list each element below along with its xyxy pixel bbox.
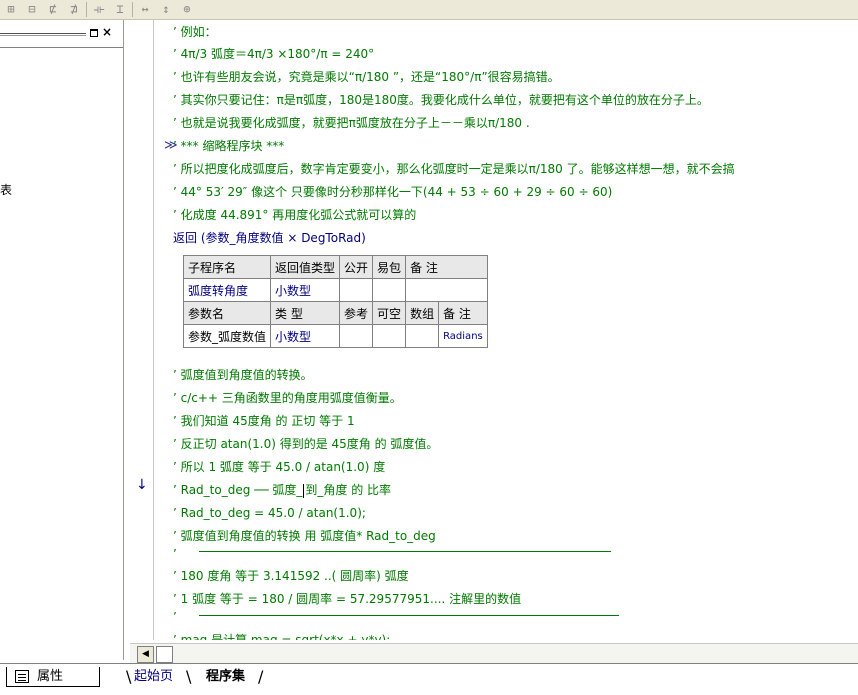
properties-tab-label: 属性 — [37, 669, 64, 684]
properties-icon — [15, 670, 29, 683]
col-array: 数组 — [405, 301, 440, 325]
space-horizontal-icon[interactable]: ⟛ — [90, 1, 108, 18]
tab-edge: / — [258, 667, 264, 686]
col-remarks: 备 注 — [405, 255, 488, 279]
panel-divider — [0, 47, 123, 48]
code-comment-line: ’ 所以 1 弧度 等于 45.0 / atan(1.0) 度 — [173, 460, 386, 474]
toolbar-separator — [86, 2, 87, 17]
subroutine-table: 子程序名 返回值类型 公开 易包 备 注 弧度转角度 小数型 参数名 类 型 参… — [182, 255, 488, 348]
col-reference: 参考 — [339, 301, 374, 325]
code-comment-line: ’ 44° 53′ 29″ 像这个 只要像时分秒那样化一下(44 + 53 ÷ … — [173, 185, 613, 199]
return-args: (参数_角度数值 × DegToRad) — [197, 231, 366, 245]
tab-edge: \ — [126, 667, 132, 686]
scroll-thumb[interactable] — [156, 646, 173, 663]
tab-program-set[interactable]: 程序集 — [206, 667, 245, 689]
toolbar-separator — [132, 2, 133, 17]
code-comment-line: ’ 其实你只要记住：π是π弧度，180是180度。我要化成什么单位，就要把有这个… — [173, 93, 709, 107]
comment-separator-line — [199, 615, 619, 616]
panel-clipped-text: 表 — [0, 183, 13, 197]
col-easy-package: 易包 — [372, 255, 407, 279]
align-left-icon[interactable]: ⊞ — [2, 1, 20, 18]
col-param-name: 参数名 — [182, 301, 272, 325]
param-type-cell[interactable]: 小数型 — [270, 324, 341, 348]
editor-gutter[interactable] — [124, 20, 164, 640]
same-width-icon[interactable]: ↔ — [136, 1, 154, 18]
align-right-icon[interactable]: ⋢ — [44, 1, 62, 18]
same-size-icon[interactable]: ⊕ — [178, 1, 196, 18]
code-comment-line: ’ — [173, 610, 177, 624]
col-nullable: 可空 — [372, 301, 407, 325]
properties-tab[interactable]: 属性 — [6, 667, 100, 687]
code-comment-line: ’ c/c++ 三角函数里的角度用弧度值衡量。 — [173, 391, 402, 405]
return-statement-line: 返回 (参数_角度数值 × DegToRad) — [173, 228, 366, 248]
code-comment-line: ’ 化成度 44.891° 再用度化弧公式就可以算的 — [173, 208, 417, 222]
param-nullable-cell[interactable] — [372, 324, 407, 348]
panel-grip — [0, 35, 86, 36]
return-keyword: 返回 — [173, 231, 198, 245]
code-comment-line: ’ 也许有些朋友会说，究竟是乘以“π/180 ”，还是“180°/π”很容易搞错… — [173, 70, 560, 84]
subroutine-name-cell[interactable]: 弧度转角度 — [182, 278, 272, 302]
align-justify-icon[interactable]: ⋣ — [65, 1, 83, 18]
subroutine-header-row: 子程序名 返回值类型 公开 易包 备 注 — [182, 255, 488, 279]
panel-title-bar[interactable]: × — [0, 25, 120, 40]
editor-margin-line — [153, 20, 154, 640]
code-comment-line: ’ 也就是说我要化成弧度，就要把π弧度放在分子上－－乘以π/180 . — [173, 116, 530, 130]
col-public: 公开 — [339, 255, 374, 279]
code-comment-line: ’ 弧度值到角度值的转换。 — [173, 368, 313, 382]
left-dock-panel: × 表 — [0, 20, 124, 660]
code-comment-line: ’ 弧度值到角度值的转换 用 弧度值* Rad_to_deg — [173, 529, 436, 543]
scroll-left-button[interactable]: ◀ — [137, 646, 154, 663]
panel-grip — [0, 33, 86, 34]
param-reference-cell[interactable] — [339, 324, 374, 348]
execution-arrow-icon: ↓ — [136, 477, 148, 493]
code-comment-line: ’ mag 是计算 mag = sqrt(x*x + y*y); — [173, 633, 391, 640]
param-remarks-cell[interactable]: Radians — [438, 324, 488, 348]
code-comment-line: ’ 4π/3 弧度＝4π/3 ×180°/π = 240° — [173, 47, 375, 61]
horizontal-scrollbar[interactable]: ◀ — [130, 643, 858, 663]
code-comment-line: ’ 反正切 atan(1.0) 得到的是 45度角 的 弧度值。 — [173, 437, 439, 451]
col-return-type: 返回值类型 — [270, 255, 341, 279]
bottom-tab-strip: 属性 \ 起始页 \ 程序集 / — [0, 663, 858, 695]
line-text-after-caret: 到_角度 的 比率 — [305, 483, 392, 497]
return-type-cell[interactable]: 小数型 — [270, 278, 341, 302]
space-vertical-icon[interactable]: ⌶ — [111, 1, 129, 18]
col-param-remarks: 备 注 — [438, 301, 488, 325]
form-design-toolbar: ⊞ ⊟ ⋢ ⋣ ⟛ ⌶ ↔ ↕ ⊕ — [0, 0, 858, 20]
parameter-header-row: 参数名 类 型 参考 可空 数组 备 注 — [182, 301, 488, 325]
code-comment-line: ’ 180 度角 等于 3.141592 ..( 圆周率) 弧度 — [173, 569, 409, 583]
minimize-icon[interactable] — [89, 27, 98, 37]
easy-package-cell[interactable] — [372, 278, 407, 302]
subroutine-row[interactable]: 弧度转角度 小数型 — [182, 278, 488, 302]
remarks-cell[interactable] — [405, 278, 488, 302]
same-height-icon[interactable]: ↕ — [157, 1, 175, 18]
line-text-before-caret: ’ Rad_to_deg ── 弧度_ — [173, 483, 303, 497]
code-comment-line: ’ 例如： — [173, 25, 217, 39]
col-type: 类 型 — [270, 301, 341, 325]
param-name-cell[interactable]: 参数_弧度数值 — [182, 324, 272, 348]
tab-start-page[interactable]: 起始页 — [134, 667, 173, 689]
code-comment-line: ’ *** 缩略程序块 *** — [173, 139, 285, 153]
param-array-cell[interactable] — [405, 324, 440, 348]
tab-edge: \ — [186, 667, 192, 686]
close-icon[interactable]: × — [101, 25, 113, 39]
comment-separator-line — [199, 551, 611, 552]
code-comment-line: ’ — [173, 547, 177, 561]
current-code-line: ’ Rad_to_deg ── 弧度_ 到_角度 的 比率 — [173, 480, 391, 500]
code-comment-line: ’ 我们知道 45度角 的 正切 等于 1 — [173, 414, 355, 428]
col-subroutine-name: 子程序名 — [182, 255, 272, 279]
parameter-row[interactable]: 参数_弧度数值 小数型 Radians — [182, 324, 488, 348]
align-center-icon[interactable]: ⊟ — [23, 1, 41, 18]
code-comment-line: ’ 所以把度化成弧度后，数字肯定要变小，那么化弧度时一定是乘以π/180 了。能… — [173, 162, 735, 176]
public-cell[interactable] — [339, 278, 374, 302]
code-comment-line: ’ 1 弧度 等于 = 180 / 圆周率 = 57.29577951.... … — [173, 592, 522, 606]
code-comment-line: ’ Rad_to_deg = 45.0 / atan(1.0); — [173, 506, 366, 520]
